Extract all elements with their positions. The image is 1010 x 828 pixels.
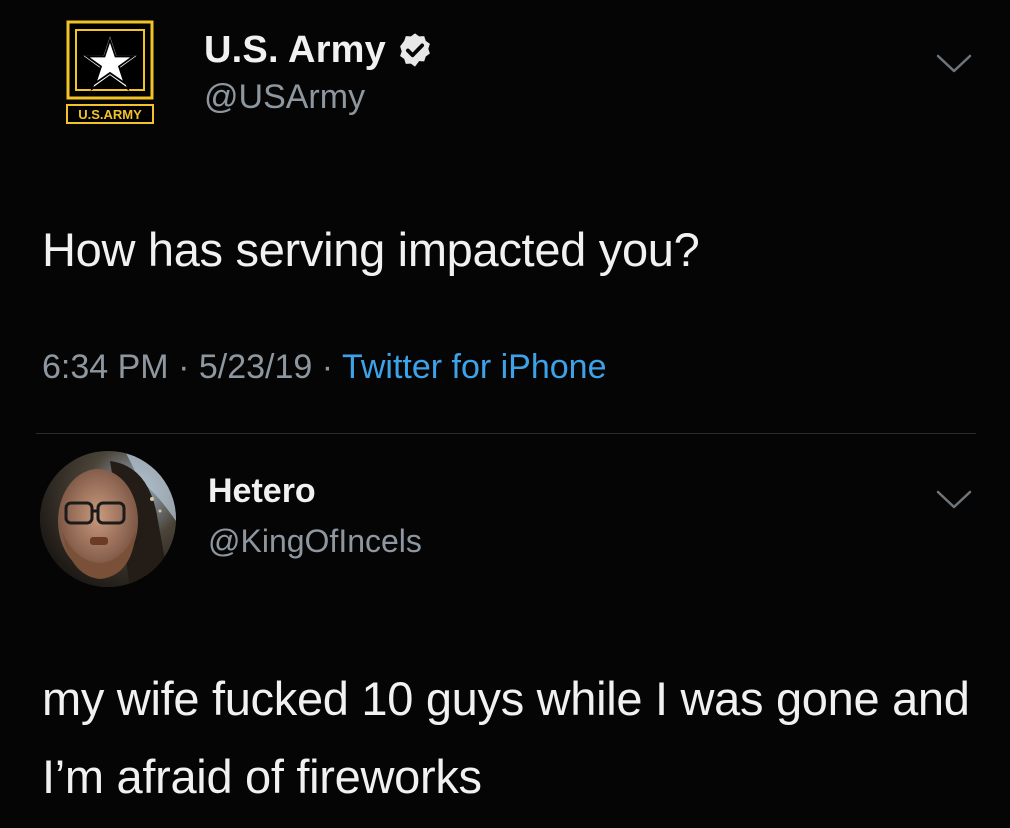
chevron-down-icon[interactable] bbox=[934, 488, 974, 512]
meta-separator: · bbox=[321, 348, 334, 386]
army-logo[interactable]: U.S.ARMY bbox=[66, 20, 158, 128]
divider bbox=[36, 433, 976, 434]
tweet-date: 5/23/19 bbox=[198, 348, 313, 386]
author-handle[interactable]: @USArmy bbox=[204, 78, 434, 117]
meta-separator: · bbox=[178, 348, 190, 386]
avatar[interactable] bbox=[40, 451, 176, 587]
tweet-meta: 6:34 PM · 5/23/19 · Twitter for iPhone bbox=[42, 348, 607, 387]
reply-text: my wife fucked 10 guys while I was gone … bbox=[42, 672, 970, 803]
author-name-row: U.S. Army bbox=[204, 28, 434, 72]
author-name[interactable]: U.S. Army bbox=[204, 29, 386, 72]
chevron-down-icon[interactable] bbox=[934, 52, 974, 76]
tweet-thread: U.S.ARMY U.S. Army @USArmy How has servi… bbox=[0, 0, 1010, 828]
tweet-header: U.S.ARMY U.S. Army @USArmy bbox=[66, 20, 966, 130]
reply-author[interactable]: Hetero @KingOfIncels bbox=[208, 472, 422, 560]
tweet-text: How has serving impacted you? bbox=[42, 223, 700, 276]
reply-author-handle[interactable]: @KingOfIncels bbox=[208, 523, 422, 560]
tweet-source-link[interactable]: Twitter for iPhone bbox=[342, 348, 607, 386]
tweet-time: 6:34 PM bbox=[42, 348, 169, 386]
logo-text: U.S.ARMY bbox=[78, 107, 142, 122]
reply-author-name[interactable]: Hetero bbox=[208, 472, 422, 511]
avatar-image bbox=[40, 451, 176, 587]
verified-badge-icon bbox=[400, 33, 430, 67]
tweet-author[interactable]: U.S. Army @USArmy bbox=[204, 28, 434, 117]
